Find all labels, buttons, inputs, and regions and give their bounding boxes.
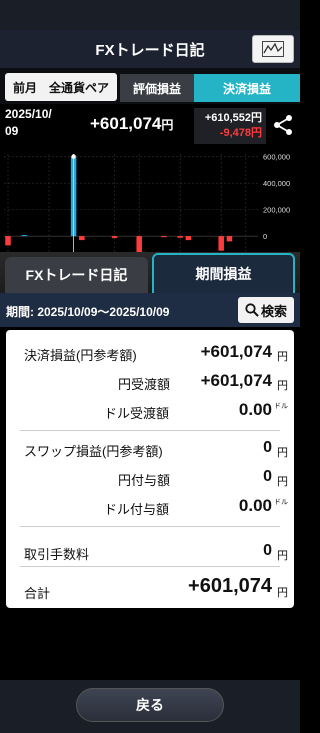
page-title: FXトレード日記 <box>95 41 205 59</box>
chart-bar <box>218 236 224 251</box>
detail-row: 円付与額 0 円 <box>6 465 294 491</box>
summary-row: 2025/10/09 +601,074円 +610,552円 -9,478円 <box>0 104 300 144</box>
chart-bar <box>5 236 11 246</box>
chart-bar <box>226 236 233 242</box>
selected-total: +601,074円 <box>90 114 173 134</box>
chart-bar <box>185 236 192 241</box>
total-label: 合計 <box>24 586 51 601</box>
detail-unit: 円 <box>277 447 288 459</box>
detail-value: 0.00 <box>238 496 272 515</box>
chart-bar <box>177 236 183 238</box>
search-icon <box>245 303 259 317</box>
back-button[interactable]: 戻る <box>76 688 224 722</box>
detail-label: スワップ損益(円参考額) <box>24 444 163 459</box>
total-unit: 円 <box>277 587 288 599</box>
detail-label: ドル受渡額 <box>104 406 170 421</box>
y-tick-label: 400,000 <box>263 179 290 188</box>
detail-value: +601,074 <box>200 342 272 361</box>
search-label: 検索 <box>260 303 287 319</box>
chart-toggle-button[interactable] <box>252 35 294 63</box>
chart-bar <box>79 236 85 241</box>
bottom-bar: 戻る <box>0 680 300 733</box>
loss-value: -9,478円 <box>219 127 262 139</box>
detail-row: スワップ損益(円参考額) 0 円 <box>6 436 294 462</box>
detail-row: ドル付与額 0.00 ドル <box>6 494 294 520</box>
detail-unit: 円 <box>277 351 288 363</box>
line-chart-icon <box>262 41 284 57</box>
detail-value: 0 <box>263 439 272 456</box>
selected-date: 2025/10/09 <box>5 107 52 138</box>
tab-period-pl[interactable]: 期間損益 <box>152 253 295 293</box>
divider <box>20 526 280 527</box>
detail-label: 円付与額 <box>118 473 171 488</box>
detail-label: 決済損益(円参考額) <box>24 348 137 363</box>
tab-fx-diary[interactable]: FXトレード日記 <box>5 257 148 293</box>
divider <box>20 430 280 431</box>
detail-value: 0.00 <box>238 400 272 419</box>
total-value: +601,074 <box>188 575 272 597</box>
chart-bar <box>136 236 142 253</box>
gain-loss-box: +610,552円 -9,478円 <box>194 108 266 144</box>
detail-label: ドル付与額 <box>104 502 170 517</box>
detail-unit: ドル <box>274 499 288 506</box>
detail-unit: 円 <box>277 380 288 392</box>
search-button[interactable]: 検索 <box>238 297 294 323</box>
share-icon[interactable] <box>272 114 294 136</box>
detail-row-total: 合計 +601,074 円 <box>6 574 294 604</box>
selected-total-value: +601,074 <box>90 114 162 133</box>
detail-row: ドル受渡額 0.00 ドル <box>6 398 294 424</box>
status-strip <box>0 0 300 30</box>
detail-label: 取引手数料 <box>24 547 90 562</box>
period-bar: 期間: 2025/10/09～2025/10/09 検索 <box>0 293 300 327</box>
detail-label: 円受渡額 <box>118 377 171 392</box>
period-currency-select[interactable]: 前月 全通貨ペア <box>5 73 117 101</box>
filter-row: 前月 全通貨ペア 評価損益 決済損益 <box>0 68 300 104</box>
detail-unit: 円 <box>277 550 288 562</box>
detail-unit: 円 <box>277 476 288 488</box>
chart-bar <box>21 235 28 237</box>
gain-value: +610,552円 <box>204 112 262 124</box>
detail-value: +601,074 <box>200 371 272 390</box>
detail-row: 決済損益(円参考額) +601,074 円 <box>6 340 294 366</box>
y-tick-label: 0 <box>263 232 267 241</box>
title-bar: FXトレード日記 <box>0 30 300 68</box>
selected-total-unit: 円 <box>161 118 174 132</box>
y-tick-label: 200,000 <box>263 206 290 215</box>
chart-bar <box>161 236 167 238</box>
period-range-label: 期間: 2025/10/09～2025/10/09 <box>6 305 170 319</box>
detail-unit: ドル <box>274 403 288 410</box>
selection-dot <box>71 154 76 159</box>
chart-bar <box>111 236 118 239</box>
divider <box>20 566 280 567</box>
y-tick-label: 600,000 <box>263 153 290 162</box>
tab-settled-pl[interactable]: 決済損益 <box>194 74 300 102</box>
detail-row: 取引手数料 0 円 <box>6 539 294 565</box>
detail-value: 0 <box>263 542 272 559</box>
detail-value: 0 <box>263 468 272 485</box>
period-pl-details: 決済損益(円参考額) +601,074 円 円受渡額 +601,074 円 ドル… <box>6 330 294 608</box>
detail-row: 円受渡額 +601,074 円 <box>6 369 294 395</box>
tab-eval-pl[interactable]: 評価損益 <box>120 74 194 102</box>
